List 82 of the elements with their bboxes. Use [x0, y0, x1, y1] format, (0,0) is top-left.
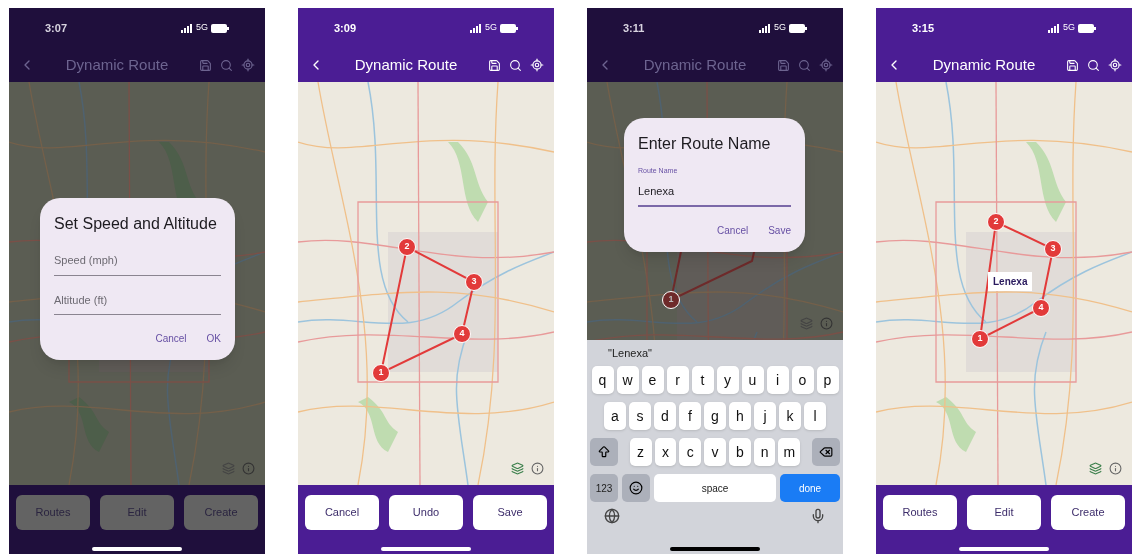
key[interactable]: e [641, 366, 664, 394]
battery-icon [1078, 23, 1096, 33]
key[interactable]: x [654, 438, 677, 466]
key[interactable]: d [654, 402, 676, 430]
dialog-title: Enter Route Name [638, 134, 772, 154]
bottom-button[interactable]: Cancel [305, 495, 379, 530]
key[interactable]: j [754, 402, 776, 430]
info-icon[interactable] [1109, 462, 1122, 475]
backspace-icon [819, 445, 834, 459]
status-time: 3:11 [623, 20, 645, 36]
signal-icon [1048, 23, 1060, 33]
delete-key[interactable] [812, 438, 840, 466]
search-icon[interactable] [509, 58, 522, 72]
app-title: Dynamic Route [353, 54, 459, 75]
key[interactable]: s [629, 402, 651, 430]
bottom-button[interactable]: Edit [967, 495, 1041, 530]
key[interactable]: i [766, 366, 789, 394]
key[interactable]: m [778, 438, 801, 466]
text-field[interactable]: Speed (mph) [54, 246, 221, 276]
network-label: 5G [1063, 21, 1075, 35]
mic-icon[interactable] [810, 508, 826, 524]
bottom-button[interactable]: Create [1051, 495, 1125, 530]
app-title: Dynamic Route [64, 54, 170, 75]
dialog-button[interactable]: Save [768, 223, 791, 238]
key[interactable]: h [729, 402, 751, 430]
info-icon[interactable] [531, 462, 544, 475]
battery-icon [500, 23, 518, 33]
locate-icon[interactable] [530, 58, 544, 72]
layers-icon[interactable] [1089, 462, 1102, 475]
status-time: 3:15 [912, 20, 935, 36]
network-label: 5G [485, 21, 497, 35]
shift-key[interactable] [590, 438, 618, 466]
space-key[interactable]: space [654, 474, 776, 502]
status-time: 3:09 [334, 20, 357, 36]
signal-icon [181, 23, 193, 33]
bottom-button[interactable]: Save [473, 495, 547, 530]
app-title: Dynamic Route [931, 54, 1037, 75]
key[interactable]: b [728, 438, 751, 466]
battery-icon [789, 23, 807, 33]
dialog-title: Set Speed and Altitude [54, 214, 218, 234]
done-key[interactable]: done [780, 474, 840, 502]
key[interactable]: k [779, 402, 801, 430]
key[interactable]: u [741, 366, 764, 394]
key[interactable]: w [616, 366, 639, 394]
key[interactable]: p [816, 366, 839, 394]
key[interactable]: f [679, 402, 701, 430]
layers-icon[interactable] [511, 462, 524, 475]
search-icon[interactable] [1087, 58, 1100, 72]
keyboard-suggestion[interactable]: "Lenexa" [590, 340, 840, 366]
locate-icon[interactable] [1108, 58, 1122, 72]
key[interactable]: n [753, 438, 776, 466]
key[interactable]: c [679, 438, 702, 466]
globe-icon[interactable] [604, 508, 620, 524]
key[interactable]: a [604, 402, 626, 430]
app-title: Dynamic Route [642, 54, 748, 75]
network-label: 5G [774, 21, 786, 35]
key[interactable]: l [804, 402, 826, 430]
status-time: 3:07 [45, 20, 68, 36]
key[interactable]: o [791, 366, 814, 394]
shift-icon [596, 445, 611, 459]
bottom-button[interactable]: Routes [883, 495, 957, 530]
battery-icon [211, 23, 229, 33]
dialog-button[interactable]: OK [206, 331, 221, 346]
emoji-key[interactable] [622, 474, 650, 502]
emoji-icon [629, 481, 643, 495]
key[interactable]: z [629, 438, 652, 466]
dialog-button[interactable]: Cancel [717, 223, 749, 238]
bottom-button[interactable]: Undo [389, 495, 463, 530]
signal-icon [759, 23, 771, 33]
key[interactable]: v [704, 438, 726, 466]
key[interactable]: r [666, 366, 689, 394]
key[interactable]: q [591, 366, 614, 394]
network-label: 5G [196, 21, 208, 35]
signal-icon [470, 23, 482, 33]
key[interactable]: g [704, 402, 726, 430]
dialog-button[interactable]: Cancel [155, 331, 187, 346]
key[interactable]: y [716, 366, 739, 394]
text-field[interactable]: Altitude (ft) [54, 285, 221, 315]
route-name-label: Lenexa [988, 272, 1033, 291]
key[interactable]: t [691, 366, 714, 394]
numbers-key[interactable]: 123 [590, 474, 618, 502]
text-field[interactable]: Lenexa [638, 176, 791, 207]
